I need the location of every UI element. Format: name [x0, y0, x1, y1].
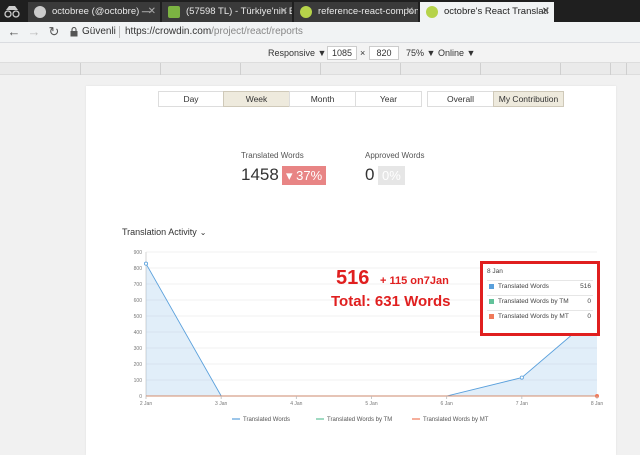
x-tick-label: 2 Jan: [140, 401, 152, 407]
tooltip-row: Translated Words by MT 0: [487, 310, 593, 321]
y-tick-label: 800: [134, 266, 143, 272]
y-tick-label: 100: [134, 378, 143, 384]
y-tick-label: 400: [134, 330, 143, 336]
x-tick-label: 4 Jan: [290, 401, 302, 407]
legend-label: Translated Words by TM: [327, 417, 392, 423]
tooltip-date: 8 Jan: [487, 268, 503, 275]
annotation-total: Total: 631 Words: [331, 293, 451, 310]
tooltip-row: Translated Words 516: [487, 280, 593, 291]
y-tick-label: 600: [134, 298, 143, 304]
x-tick-label: 8 Jan: [591, 401, 603, 407]
tooltip-label: Translated Words by TM: [498, 298, 569, 305]
tooltip-row: Translated Words by TM 0: [487, 295, 593, 306]
data-point: [143, 261, 148, 266]
x-tick-label: 6 Jan: [441, 401, 453, 407]
legend-swatch: [489, 314, 494, 319]
legend-swatch: [489, 299, 494, 304]
y-tick-label: 900: [134, 250, 143, 256]
tooltip-label: Translated Words: [498, 283, 549, 290]
translation-activity-chart: 0 100 200 300 400 500 600 700 800 900 2 Jan 3 Jan 4…: [134, 250, 604, 423]
data-point: [519, 375, 524, 380]
annotation-extra: + 115 on7Jan: [380, 275, 449, 287]
y-tick-label: 700: [134, 282, 143, 288]
x-tick-label: 5 Jan: [365, 401, 377, 407]
tooltip-value: 516: [580, 283, 591, 290]
legend-swatch: [489, 284, 494, 289]
legend-label: Translated Words by MT: [423, 417, 489, 423]
annotation-count: 516: [336, 267, 370, 289]
tooltip-value: 0: [587, 313, 591, 320]
y-tick-label: 500: [134, 314, 143, 320]
x-tick-label: 7 Jan: [516, 401, 528, 407]
y-tick-label: 200: [134, 362, 143, 368]
y-tick-label: 0: [139, 394, 142, 400]
x-tick-label: 3 Jan: [215, 401, 227, 407]
tooltip-label: Translated Words by MT: [498, 313, 569, 320]
y-tick-label: 300: [134, 346, 143, 352]
legend-label: Translated Words: [243, 417, 290, 423]
tooltip-value: 0: [587, 298, 591, 305]
chart-tooltip: 8 Jan Translated Words 516 Translated Wo…: [480, 261, 600, 336]
